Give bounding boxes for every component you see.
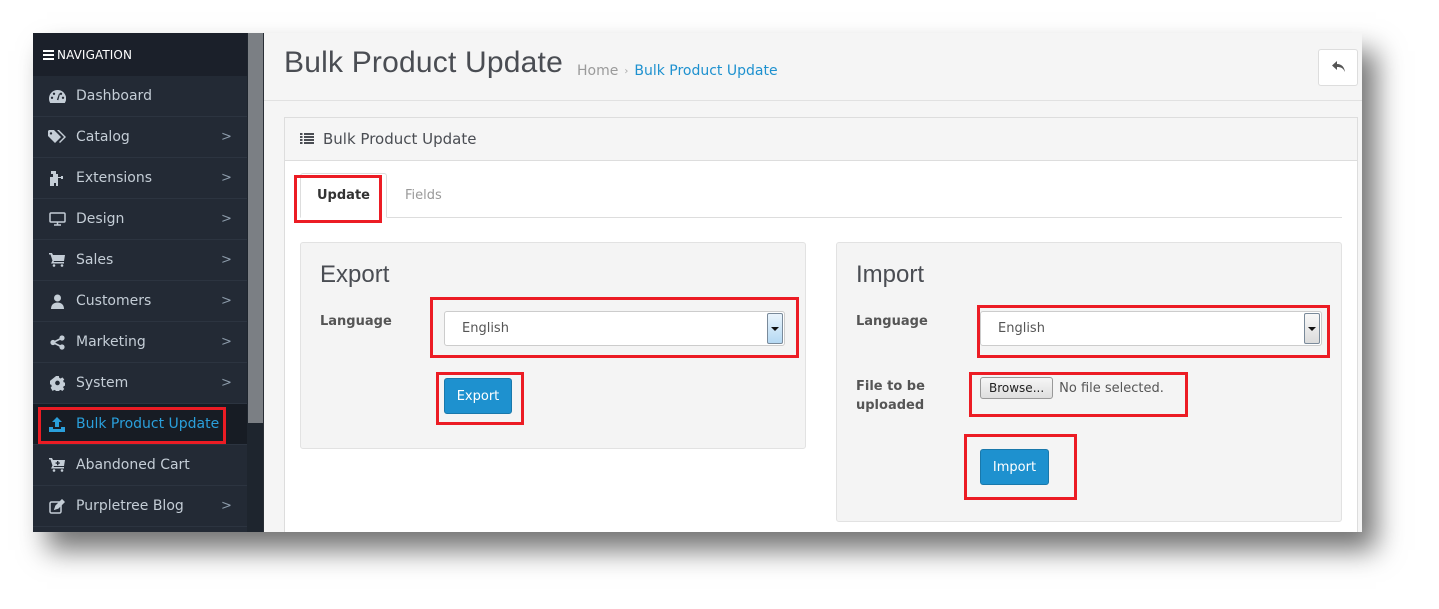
sidebar-item-catalog[interactable]: Catalog > [33, 117, 247, 158]
export-language-label: Language [320, 314, 392, 329]
tab-bar: Update Fields [300, 173, 1342, 218]
tags-icon [48, 129, 66, 145]
panel-heading: Bulk Product Update [285, 118, 1357, 161]
export-button[interactable]: Export [444, 378, 512, 414]
sidebar-item-system[interactable]: System > [33, 363, 247, 404]
shopping-cart-icon [48, 252, 66, 268]
navigation-heading[interactable]: NAVIGATION [33, 33, 247, 76]
sidebar: NAVIGATION Dashboard Catalog > Extension… [33, 33, 247, 532]
sidebar-item-purpletree-blog[interactable]: Purpletree Blog > [33, 486, 247, 527]
sidebar-item-marketing[interactable]: Marketing > [33, 322, 247, 363]
sidebar-item-label: Sales [76, 252, 114, 268]
sidebar-item-bulk-product-update[interactable]: Bulk Product Update [33, 404, 247, 445]
sidebar-item-abandoned-cart[interactable]: Abandoned Cart [33, 445, 247, 486]
sidebar-item-label: Marketing [76, 334, 146, 350]
import-section: Import Language English File to be uploa… [836, 242, 1342, 522]
import-language-select[interactable]: English [980, 311, 1322, 346]
breadcrumb-current-link[interactable]: Bulk Product Update [634, 63, 777, 79]
app-window: NAVIGATION Dashboard Catalog > Extension… [33, 33, 1362, 532]
sidebar-item-label: Customers [76, 293, 152, 309]
user-icon [48, 293, 66, 309]
chevron-down-icon[interactable] [767, 313, 783, 344]
import-language-label: Language [856, 314, 928, 329]
chevron-right-icon: > [221, 375, 232, 391]
sidebar-item-label: Abandoned Cart [76, 457, 190, 473]
tab-update[interactable]: Update [300, 173, 387, 218]
dashboard-icon [48, 88, 66, 104]
cog-icon [48, 375, 66, 391]
file-upload-label: File to be uploaded [856, 377, 925, 415]
tab-fields[interactable]: Fields [387, 173, 460, 217]
chevron-right-icon: > [221, 252, 232, 268]
chevron-right-icon: > [221, 211, 232, 227]
sidebar-item-label: Bulk Product Update [76, 416, 220, 432]
puzzle-piece-icon [48, 170, 66, 186]
sidebar-scrollbar-thumb[interactable] [248, 33, 263, 423]
export-language-select[interactable]: English [444, 311, 785, 346]
chevron-right-icon: > [221, 293, 232, 309]
cart-plus-icon [48, 457, 66, 473]
sidebar-item-label: Dashboard [76, 88, 152, 104]
file-upload-input[interactable]: Browse... No file selected. [980, 377, 1164, 399]
export-section: Export Language English Export [300, 242, 806, 449]
edit-icon [48, 498, 66, 514]
export-language-value: English [462, 321, 509, 336]
file-upload-label-line1: File to be [856, 379, 925, 394]
sidebar-item-label: Design [76, 211, 125, 227]
chevron-right-icon: > [221, 498, 232, 514]
import-language-value: English [998, 321, 1045, 336]
main-content: Bulk Product Update Home › Bulk Product … [264, 33, 1362, 532]
browse-button[interactable]: Browse... [980, 377, 1054, 399]
navigation-label: NAVIGATION [57, 47, 133, 62]
sidebar-item-sales[interactable]: Sales > [33, 240, 247, 281]
desktop-icon [48, 211, 66, 227]
sidebar-item-design[interactable]: Design > [33, 199, 247, 240]
chevron-right-icon: > [221, 334, 232, 350]
share-alt-icon [48, 334, 66, 350]
sidebar-item-label: Extensions [76, 170, 153, 186]
chevron-down-icon[interactable] [1304, 313, 1320, 344]
file-upload-label-line2: uploaded [856, 398, 925, 413]
upload-icon [48, 416, 66, 432]
sidebar-item-extensions[interactable]: Extensions > [33, 158, 247, 199]
page-title: Bulk Product Update [284, 46, 563, 79]
reply-icon [1331, 58, 1345, 77]
breadcrumb-home-link[interactable]: Home [577, 63, 618, 79]
breadcrumb-separator: › [624, 65, 629, 77]
breadcrumb: Home › Bulk Product Update [577, 63, 778, 79]
back-button[interactable] [1318, 49, 1358, 86]
import-title: Import [856, 261, 925, 288]
sidebar-item-label: Purpletree Blog [76, 498, 184, 514]
sidebar-item-label: System [76, 375, 129, 391]
chevron-right-icon: > [221, 170, 232, 186]
hamburger-icon [43, 50, 54, 60]
chevron-right-icon: > [221, 129, 232, 145]
sidebar-item-customers[interactable]: Customers > [33, 281, 247, 322]
list-icon [300, 130, 314, 148]
page-header: Bulk Product Update Home › Bulk Product … [264, 33, 1362, 101]
file-status-text: No file selected. [1059, 380, 1164, 396]
sidebar-item-label: Catalog [76, 129, 130, 145]
panel-heading-title: Bulk Product Update [323, 130, 477, 148]
export-title: Export [320, 261, 390, 288]
import-button[interactable]: Import [980, 449, 1049, 485]
bulk-update-panel: Bulk Product Update Update Fields Export… [284, 117, 1358, 532]
sidebar-item-dashboard[interactable]: Dashboard [33, 76, 247, 117]
